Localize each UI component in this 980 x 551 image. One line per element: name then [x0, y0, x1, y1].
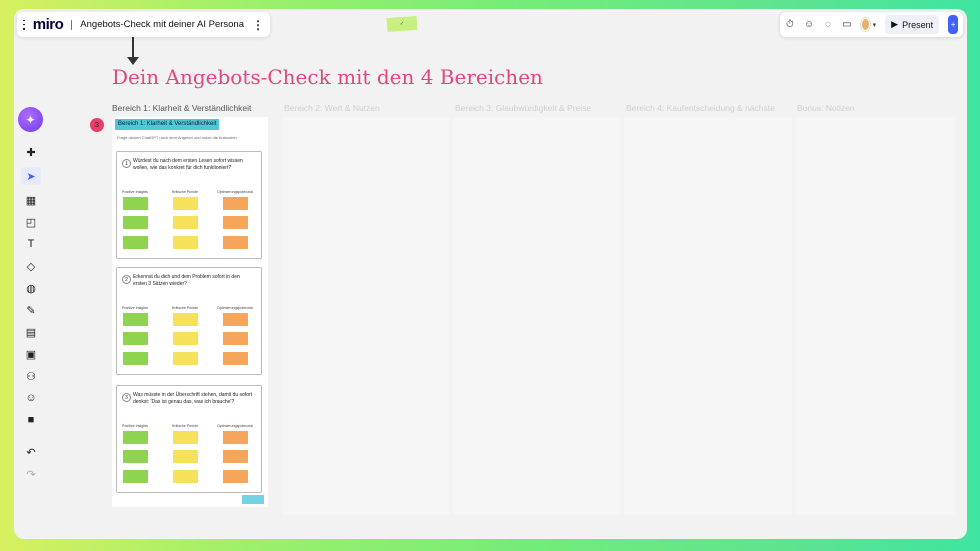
section-label-3: Bereich 3: Glaubwürdigkeit & Preise: [455, 103, 592, 113]
arrow-head: [127, 57, 139, 65]
video-icon[interactable]: ▭: [842, 18, 852, 32]
sticky-note[interactable]: [223, 216, 248, 229]
sticky-note[interactable]: [123, 197, 148, 210]
column-header: Optimierungspotenzial: [217, 190, 253, 194]
section-label-1: Bereich 1: Klarheit & Verständlichkeit: [112, 103, 252, 113]
column-header: Positive Insights: [122, 190, 148, 194]
question-number: 2: [122, 275, 131, 284]
sticky-note[interactable]: [223, 352, 248, 365]
question-number: 3: [122, 393, 131, 402]
add-icon[interactable]: ✚: [21, 143, 41, 161]
templates-icon[interactable]: ▦: [21, 191, 41, 209]
image-icon[interactable]: ▣: [21, 345, 41, 363]
section-label-5: Bonus: Notizen: [797, 103, 855, 113]
sticky-note-icon[interactable]: ◰: [21, 213, 41, 231]
sticky-note[interactable]: [123, 332, 148, 345]
timer-icon[interactable]: ⏱: [785, 18, 795, 32]
sticky-note[interactable]: [173, 332, 198, 345]
sticky-note[interactable]: [123, 450, 148, 463]
more-options-icon[interactable]: ⋮: [252, 19, 264, 31]
frame-header: Bereich 1: Klarheit & Verständlichkeit: [115, 119, 220, 130]
sticky-note[interactable]: [123, 352, 148, 365]
column-header: Kritische Punkte: [172, 424, 198, 428]
sticky-note[interactable]: [123, 313, 148, 326]
chevron-down-icon[interactable]: ▾: [873, 21, 877, 29]
undo-icon[interactable]: ↶: [21, 443, 41, 461]
arrow-line: [132, 35, 134, 59]
sticky-note[interactable]: [123, 236, 148, 249]
redo-icon[interactable]: ↷: [21, 465, 41, 483]
question-card[interactable]: 1 Würdest du nach dem ersten Lesen sofor…: [116, 151, 262, 259]
sticky-note[interactable]: [223, 313, 248, 326]
sticker-note[interactable]: ✓: [386, 15, 418, 33]
palette-icon[interactable]: ◍: [21, 279, 41, 297]
sticky-note[interactable]: [173, 197, 198, 210]
frame-bereich-3[interactable]: [453, 117, 621, 515]
sticky-note[interactable]: [223, 470, 248, 483]
miro-window: ✓ Dein Angebots-Check mit den 4 Bereiche…: [14, 9, 967, 539]
miro-logo[interactable]: miro: [33, 16, 64, 33]
present-label: Present: [902, 19, 934, 30]
sticky-note[interactable]: [173, 470, 198, 483]
ai-assist-icon[interactable]: ✦: [18, 107, 43, 132]
connector-icon[interactable]: ⚇: [21, 367, 41, 385]
sticky-note[interactable]: [123, 216, 148, 229]
sticky-note[interactable]: [173, 236, 198, 249]
sticky-note[interactable]: [223, 197, 248, 210]
sticky-note[interactable]: [173, 431, 198, 444]
question-text: Würdest du nach dem ersten Lesen sofort …: [133, 158, 243, 171]
sticky-note[interactable]: [173, 313, 198, 326]
question-card[interactable]: 2 Erkennst du dich und dein Problem sofo…: [116, 267, 262, 375]
reactions-icon[interactable]: ☺: [804, 18, 814, 32]
frame-hint: Frage deinen ChatGPT nach dem Angebot un…: [117, 135, 237, 140]
sticky-note[interactable]: [223, 431, 248, 444]
apps-icon[interactable]: ■: [21, 411, 41, 429]
emoji-icon[interactable]: ☺: [21, 389, 41, 407]
column-header: Optimierungspotenzial: [217, 424, 253, 428]
frame-bonus[interactable]: [795, 117, 955, 515]
sticky-note[interactable]: [123, 470, 148, 483]
pen-icon[interactable]: ✎: [21, 301, 41, 319]
sticky-note[interactable]: [223, 236, 248, 249]
board-icon: [71, 19, 80, 30]
sticky-note[interactable]: [173, 216, 198, 229]
step-badge: 3: [90, 118, 104, 132]
question-card[interactable]: 3 Was müsste in der Überschrift stehen, …: [116, 385, 262, 493]
collaboration-bar: ⏱ ☺ ◌ ▭ ▾ ▶ Present +: [780, 12, 963, 37]
present-button[interactable]: ▶ Present: [885, 15, 940, 34]
column-header: Positive Insights: [122, 424, 148, 428]
column-header: Optimierungspotenzial: [217, 306, 253, 310]
column-header: Kritische Punkte: [172, 190, 198, 194]
frame-bereich-1[interactable]: Bereich 1: Klarheit & Verständlichkeit F…: [112, 117, 268, 507]
canvas-title: Dein Angebots-Check mit den 4 Bereichen: [112, 65, 543, 89]
frame-bereich-2[interactable]: [282, 117, 450, 515]
section-label-4: Bereich 4: Kaufentscheidung & nächste: [626, 103, 775, 113]
column-header: Kritische Punkte: [172, 306, 198, 310]
sticky-note[interactable]: [123, 431, 148, 444]
table-icon[interactable]: ▤: [21, 323, 41, 341]
sticky-note[interactable]: [223, 332, 248, 345]
left-toolbar: ✦ ✚ ➤ ▦ ◰ T ◇ ◍ ✎ ▤ ▣ ⚇ ☺ ■ ↶ ↷: [17, 105, 45, 493]
select-cursor-icon[interactable]: ➤: [21, 167, 41, 185]
frame-bereich-4[interactable]: [624, 117, 792, 515]
question-number: 1: [122, 159, 131, 168]
text-icon[interactable]: T: [21, 235, 41, 253]
column-header: Positive Insights: [122, 306, 148, 310]
shapes-icon[interactable]: ◇: [21, 257, 41, 275]
section-label-2: Bereich 2: Wert & Nutzen: [284, 103, 380, 113]
question-text: Erkennst du dich und dein Problem sofort…: [133, 274, 240, 287]
sticky-note[interactable]: [223, 450, 248, 463]
tag-sticker: [242, 495, 264, 504]
board-name[interactable]: Angebots-Check mit deiner AI Persona: [80, 19, 244, 30]
chat-icon[interactable]: ◌: [823, 18, 833, 32]
question-text: Was müsste in der Überschrift stehen, da…: [133, 392, 253, 405]
hamburger-menu-icon[interactable]: [23, 19, 25, 30]
sticky-note[interactable]: [173, 450, 198, 463]
board-header: miro Angebots-Check mit deiner AI Person…: [17, 12, 270, 37]
sticky-note[interactable]: [173, 352, 198, 365]
share-icon[interactable]: +: [948, 15, 958, 34]
avatar[interactable]: [860, 18, 870, 31]
play-icon: ▶: [891, 19, 899, 29]
